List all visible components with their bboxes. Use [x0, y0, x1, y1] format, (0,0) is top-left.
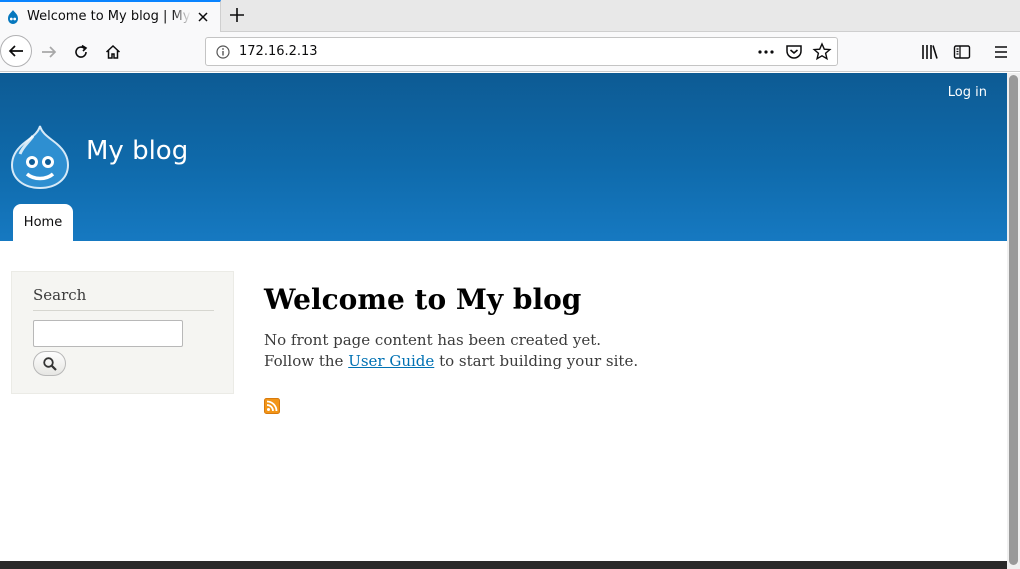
nav-home-tab[interactable]: Home — [13, 204, 73, 241]
sidebar-icon — [953, 45, 971, 59]
divider — [33, 310, 214, 311]
page-title: Welcome to My blog — [264, 283, 582, 316]
user-guide-message: Follow the User Guide to start building … — [264, 352, 638, 370]
sidebar-toggle-button[interactable] — [951, 41, 973, 63]
reload-button[interactable] — [70, 41, 92, 63]
menu-button[interactable] — [990, 41, 1012, 63]
site-header: Log in My blog Home — [0, 73, 1007, 241]
user-guide-suffix: to start building your site. — [439, 352, 639, 370]
pocket-icon[interactable] — [783, 41, 805, 63]
new-tab-icon[interactable] — [228, 6, 246, 24]
forward-button[interactable] — [38, 41, 60, 63]
library-button[interactable] — [919, 41, 941, 63]
drupal-favicon-icon — [8, 10, 18, 24]
search-block-title: Search — [33, 286, 87, 304]
page-scrollbar[interactable] — [1007, 73, 1020, 569]
scrollbar-thumb[interactable] — [1009, 75, 1018, 565]
url-bar[interactable]: 172.16.2.13 — [205, 37, 838, 66]
reload-icon — [75, 44, 88, 58]
close-tab-icon[interactable] — [195, 9, 211, 25]
bookmark-star-icon[interactable] — [811, 41, 833, 63]
browser-tab[interactable]: Welcome to My blog | My blog — [0, 0, 221, 32]
login-link[interactable]: Log in — [948, 85, 987, 100]
url-text[interactable]: 172.16.2.13 — [239, 44, 318, 59]
home-button[interactable] — [102, 41, 124, 63]
site-footer — [0, 561, 1007, 569]
page-actions-icon[interactable] — [755, 41, 777, 63]
tab-strip: Welcome to My blog | My blog — [0, 0, 1020, 32]
user-guide-link[interactable]: User Guide — [348, 352, 434, 370]
library-icon — [922, 45, 938, 59]
nav-bar: 172.16.2.13 — [0, 32, 1020, 72]
hamburger-menu-icon — [995, 46, 1007, 58]
rss-feed-icon[interactable] — [264, 398, 280, 414]
empty-content-message: No front page content has been created y… — [264, 331, 602, 349]
home-icon — [105, 44, 121, 59]
search-block: Search — [11, 271, 234, 394]
search-icon — [42, 356, 57, 371]
back-arrow-icon — [8, 45, 23, 57]
user-guide-prefix: Follow the — [264, 352, 344, 370]
drupal-logo-icon[interactable] — [10, 124, 70, 190]
search-input[interactable] — [33, 320, 183, 347]
tab-title: Welcome to My blog | My blog — [27, 9, 191, 24]
back-button[interactable] — [0, 35, 32, 67]
forward-arrow-icon — [42, 46, 57, 58]
site-name[interactable]: My blog — [86, 136, 188, 166]
search-button[interactable] — [33, 351, 66, 376]
web-page: Log in My blog Home Search Welcome to My… — [0, 73, 1007, 569]
info-icon[interactable] — [215, 44, 231, 60]
